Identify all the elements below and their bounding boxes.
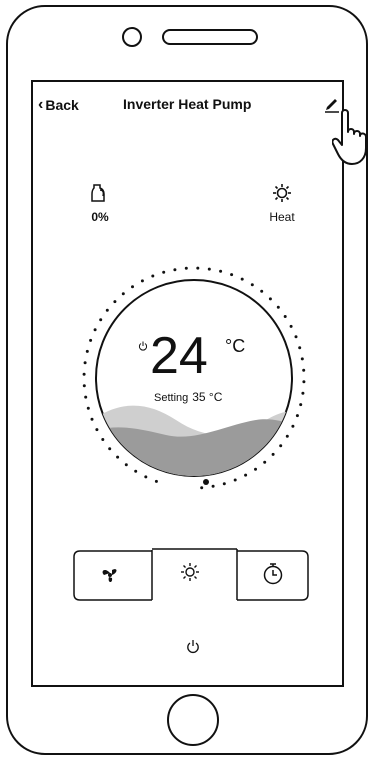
fan-icon[interactable] <box>99 564 121 586</box>
dial-dot <box>86 406 90 410</box>
dial-dot <box>144 475 148 479</box>
dial-dot <box>263 460 267 464</box>
sun-icon <box>273 184 291 202</box>
water-jug-icon <box>91 184 105 202</box>
heat-mode-tab[interactable] <box>180 562 200 582</box>
dial-dot <box>99 318 103 322</box>
setting-value: 35 °C <box>192 390 223 404</box>
dial-dot <box>184 266 188 270</box>
dial-dot <box>95 428 99 432</box>
power-icon <box>138 341 148 351</box>
dial-dot <box>300 357 304 361</box>
dial-dot <box>116 455 120 459</box>
power-button[interactable] <box>186 639 200 654</box>
dial-dot <box>301 391 305 395</box>
dial-dot <box>222 482 226 486</box>
dial-dot <box>289 324 293 328</box>
dial-dot <box>268 297 272 301</box>
dial-dot <box>196 266 200 270</box>
back-button[interactable]: ‹ Back <box>38 96 79 114</box>
dial-dot <box>207 267 211 271</box>
home-button[interactable] <box>167 694 219 746</box>
dial-dot <box>298 346 302 350</box>
dial-dot <box>162 270 166 274</box>
dial-dot <box>154 479 158 483</box>
water-percent: 0% <box>91 210 109 224</box>
dial-dot <box>260 289 264 293</box>
dial-dot <box>108 447 112 451</box>
dial-handle[interactable] <box>203 479 209 485</box>
dial-dot <box>85 349 89 353</box>
tap-hand-icon <box>332 109 367 165</box>
dial-dot <box>283 315 287 318</box>
dial-dot <box>131 285 134 289</box>
dial-dot <box>271 452 275 456</box>
dial-dot <box>124 463 128 467</box>
dial-dot <box>134 469 138 473</box>
timer-icon[interactable] <box>262 562 284 586</box>
page-title: Inverter Heat Pump <box>123 96 252 112</box>
dial-dot <box>244 473 248 477</box>
dial-dot <box>200 486 204 490</box>
temperature-unit: °C <box>225 336 246 356</box>
dial-dot <box>294 335 298 339</box>
dial-dot <box>295 414 299 418</box>
dial-dot <box>302 368 306 372</box>
dial-dot <box>250 283 254 287</box>
dial-dot <box>240 277 244 281</box>
dial-dot <box>254 467 257 471</box>
dial-dot <box>93 328 97 332</box>
dial-dot <box>105 308 109 312</box>
dial-dot <box>84 395 88 399</box>
dial-dot <box>82 372 86 376</box>
dial-dot <box>211 484 215 488</box>
dial-dot <box>276 305 280 309</box>
speaker-slot <box>162 29 258 45</box>
dial-dot <box>89 338 93 342</box>
dial-dot <box>173 268 177 272</box>
dial-dot <box>82 384 86 388</box>
dial-dot <box>279 444 283 448</box>
dial-dot <box>299 403 303 407</box>
dial-dot <box>101 438 105 441</box>
setting-row: Setting 35 °C <box>154 390 222 404</box>
dial-dot <box>285 434 289 438</box>
dial-dot <box>151 274 155 278</box>
front-camera-icon <box>122 27 142 47</box>
dial-dot <box>230 273 234 277</box>
dial-dot <box>140 279 144 283</box>
dial-dot <box>219 269 223 273</box>
dial-dot <box>233 478 237 482</box>
dial-dot <box>90 417 94 421</box>
dial-dot <box>121 292 125 296</box>
back-label: Back <box>45 97 79 113</box>
dial-dot <box>302 380 306 384</box>
dial-dot <box>113 300 117 304</box>
setting-label: Setting <box>154 392 189 404</box>
chevron-left-icon: ‹ <box>38 96 44 113</box>
mode-label: Heat <box>269 210 295 224</box>
current-temperature: 24 <box>150 327 208 385</box>
dial-dot <box>83 361 87 365</box>
dial-dot <box>291 424 295 428</box>
